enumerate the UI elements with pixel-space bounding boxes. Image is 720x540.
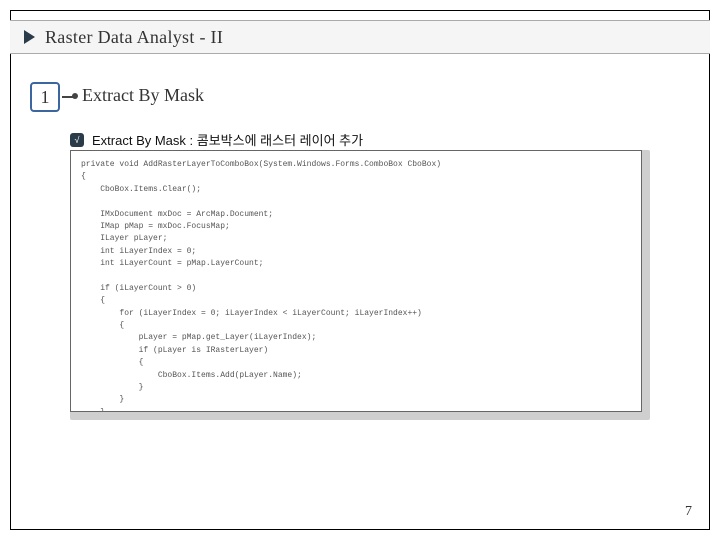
check-mark: √	[75, 135, 80, 145]
connector-icon	[62, 96, 74, 98]
page-number: 7	[685, 504, 692, 520]
section-heading: Extract By Mask	[82, 85, 204, 106]
subsection-label: Extract By Mask : 콤보박스에 래스터 레이어 추가	[92, 130, 363, 149]
page-title: Raster Data Analyst - II	[45, 27, 223, 48]
chevron-right-icon	[24, 30, 35, 44]
section-number: 1	[41, 87, 50, 108]
check-icon: √	[70, 133, 84, 147]
code-block: private void AddRasterLayerToComboBox(Sy…	[70, 150, 642, 412]
section-number-box: 1	[30, 82, 60, 112]
code-block-shadow: private void AddRasterLayerToComboBox(Sy…	[70, 150, 650, 420]
title-bar: Raster Data Analyst - II	[10, 20, 710, 54]
subsection-row: √ Extract By Mask : 콤보박스에 래스터 레이어 추가	[70, 130, 363, 149]
